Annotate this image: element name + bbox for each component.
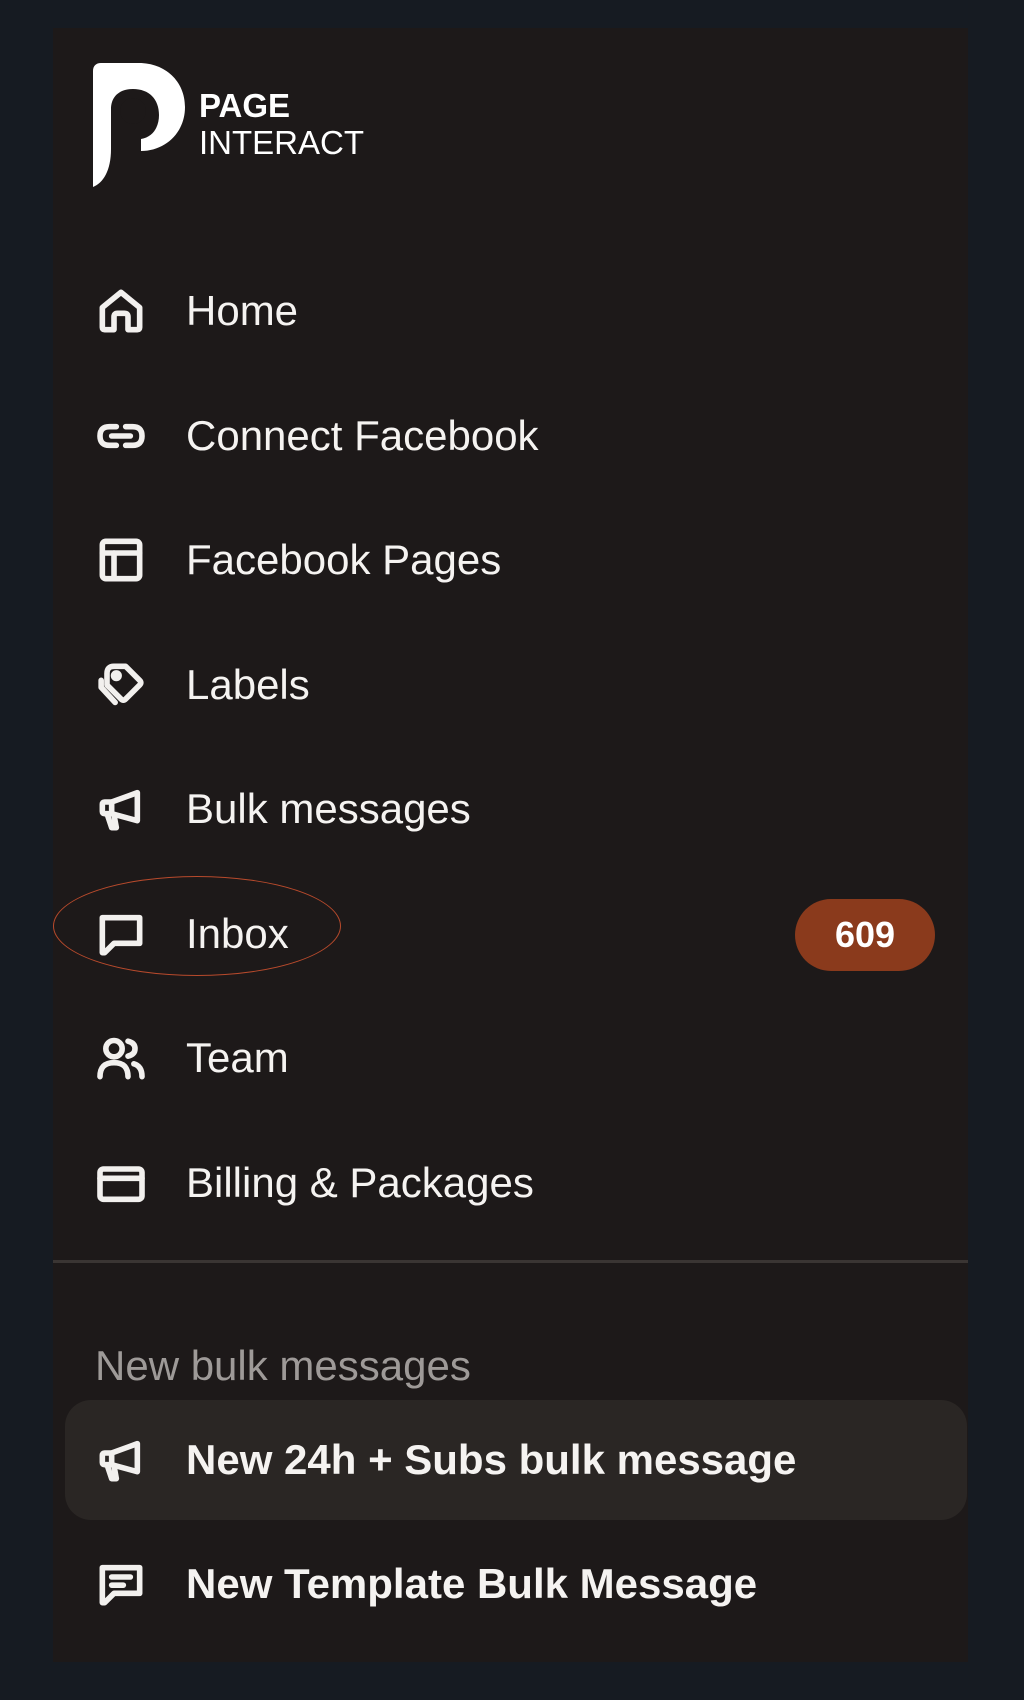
new-template-bulk-message-item[interactable]: New Template Bulk Message xyxy=(65,1524,967,1644)
nav-item-connect-facebook[interactable]: Connect Facebook xyxy=(53,386,968,486)
nav-item-label: Facebook Pages xyxy=(186,536,502,583)
tags-icon xyxy=(93,657,149,713)
sidebar: PAGE INTERACT Home Connect Facebook Face… xyxy=(53,28,968,1662)
sub-item-label: New Template Bulk Message xyxy=(186,1560,758,1607)
users-icon xyxy=(93,1030,149,1086)
nav-item-label: Bulk messages xyxy=(186,785,471,832)
message-square-icon xyxy=(93,906,149,962)
nav-item-home[interactable]: Home xyxy=(53,261,968,361)
message-text-icon xyxy=(93,1556,149,1612)
nav-item-label: Home xyxy=(186,287,299,334)
nav-item-label: Billing & Packages xyxy=(186,1159,534,1206)
brand-line-2: INTERACT xyxy=(199,124,364,161)
section-heading: New bulk messages xyxy=(95,1342,471,1389)
megaphone-icon xyxy=(93,781,149,837)
nav-item-billing-packages[interactable]: Billing & Packages xyxy=(53,1133,968,1233)
nav-item-label: Labels xyxy=(186,661,310,708)
section-divider xyxy=(53,1260,968,1263)
megaphone-icon xyxy=(93,1432,149,1488)
unread-count-badge: 609 xyxy=(795,899,935,971)
home-icon xyxy=(93,283,149,339)
nav-item-labels[interactable]: Labels xyxy=(53,635,968,735)
nav-item-label: Inbox xyxy=(186,910,289,957)
nav-item-team[interactable]: Team xyxy=(53,1008,968,1108)
sub-item-label: New 24h + Subs bulk message xyxy=(186,1436,797,1483)
page-interact-logo-icon xyxy=(93,63,185,187)
brand-logo[interactable]: PAGE INTERACT xyxy=(93,63,364,187)
layout-icon xyxy=(93,532,149,588)
nav-item-label: Connect Facebook xyxy=(186,412,539,459)
nav-item-bulk-messages[interactable]: Bulk messages xyxy=(53,759,968,859)
link-icon xyxy=(93,408,149,464)
nav-item-label: Team xyxy=(186,1034,289,1081)
brand-wordmark: PAGE INTERACT xyxy=(199,87,364,162)
new-24h-subs-bulk-message-item[interactable]: New 24h + Subs bulk message xyxy=(65,1400,967,1520)
nav-item-facebook-pages[interactable]: Facebook Pages xyxy=(53,510,968,610)
nav-item-inbox[interactable]: Inbox 609 xyxy=(53,884,968,984)
credit-card-icon xyxy=(93,1155,149,1211)
brand-line-1: PAGE xyxy=(199,87,291,125)
